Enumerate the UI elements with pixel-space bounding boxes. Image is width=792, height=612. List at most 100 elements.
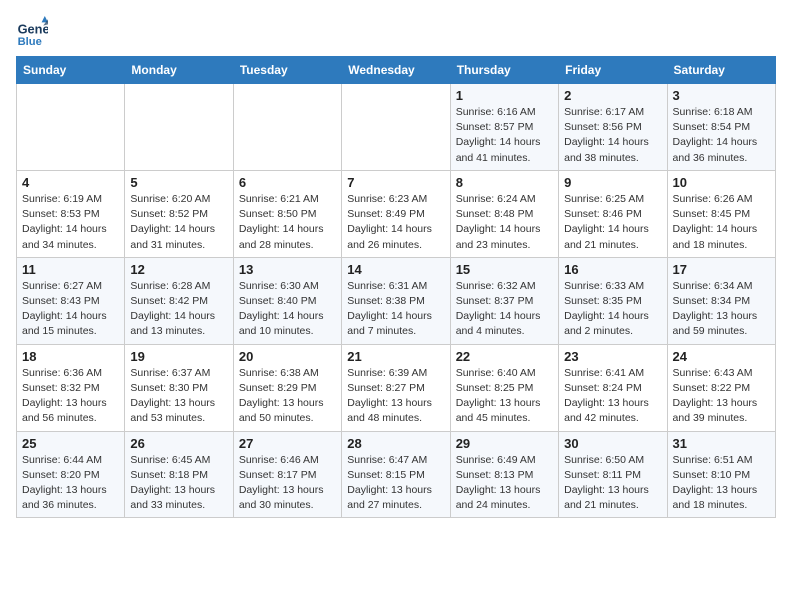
- day-info: Sunrise: 6:20 AM Sunset: 8:52 PM Dayligh…: [130, 192, 227, 253]
- calendar-cell: [233, 84, 341, 171]
- day-number: 7: [347, 175, 444, 190]
- logo-icon: General Blue: [16, 16, 48, 48]
- day-info: Sunrise: 6:19 AM Sunset: 8:53 PM Dayligh…: [22, 192, 119, 253]
- calendar-cell: 19 Sunrise: 6:37 AM Sunset: 8:30 PM Dayli…: [125, 344, 233, 431]
- day-info: Sunrise: 6:39 AM Sunset: 8:27 PM Dayligh…: [347, 366, 444, 427]
- calendar-week-3: 11 Sunrise: 6:27 AM Sunset: 8:43 PM Dayli…: [17, 257, 776, 344]
- calendar-cell: [125, 84, 233, 171]
- day-number: 3: [673, 88, 770, 103]
- calendar-cell: 28Sunrise: 6:47 AM Sunset: 8:15 PM Dayli…: [342, 431, 450, 518]
- calendar-cell: 4 Sunrise: 6:19 AM Sunset: 8:53 PM Daylig…: [17, 170, 125, 257]
- col-header-tuesday: Tuesday: [233, 57, 341, 84]
- svg-text:General: General: [18, 22, 48, 37]
- day-info: Sunrise: 6:24 AM Sunset: 8:48 PM Dayligh…: [456, 192, 553, 253]
- day-number: 19: [130, 349, 227, 364]
- col-header-thursday: Thursday: [450, 57, 558, 84]
- calendar-cell: 12 Sunrise: 6:28 AM Sunset: 8:42 PM Dayli…: [125, 257, 233, 344]
- day-info: Sunrise: 6:23 AM Sunset: 8:49 PM Dayligh…: [347, 192, 444, 253]
- day-number: 28: [347, 436, 444, 451]
- calendar-cell: 25 Sunrise: 6:44 AM Sunset: 8:20 PM Dayli…: [17, 431, 125, 518]
- day-info: Sunrise: 6:38 AM Sunset: 8:29 PM Dayligh…: [239, 366, 336, 427]
- day-number: 21: [347, 349, 444, 364]
- calendar-cell: 29Sunrise: 6:49 AM Sunset: 8:13 PM Dayli…: [450, 431, 558, 518]
- day-number: 29: [456, 436, 553, 451]
- calendar-cell: 2 Sunrise: 6:17 AM Sunset: 8:56 PM Daylig…: [559, 84, 667, 171]
- day-number: 31: [673, 436, 770, 451]
- day-info: Sunrise: 6:27 AM Sunset: 8:43 PM Dayligh…: [22, 279, 119, 340]
- day-info: Sunrise: 6:37 AM Sunset: 8:30 PM Dayligh…: [130, 366, 227, 427]
- day-number: 14: [347, 262, 444, 277]
- day-info: Sunrise: 6:36 AM Sunset: 8:32 PM Dayligh…: [22, 366, 119, 427]
- calendar-cell: 10Sunrise: 6:26 AM Sunset: 8:45 PM Dayli…: [667, 170, 775, 257]
- calendar-cell: 27 Sunrise: 6:46 AM Sunset: 8:17 PM Dayli…: [233, 431, 341, 518]
- day-info: Sunrise: 6:26 AM Sunset: 8:45 PM Dayligh…: [673, 192, 770, 253]
- day-number: 27: [239, 436, 336, 451]
- day-number: 11: [22, 262, 119, 277]
- calendar-cell: 20 Sunrise: 6:38 AM Sunset: 8:29 PM Dayli…: [233, 344, 341, 431]
- calendar-week-5: 25 Sunrise: 6:44 AM Sunset: 8:20 PM Dayli…: [17, 431, 776, 518]
- page-header: General Blue: [16, 16, 776, 48]
- day-number: 22: [456, 349, 553, 364]
- day-info: Sunrise: 6:34 AM Sunset: 8:34 PM Dayligh…: [673, 279, 770, 340]
- day-number: 1: [456, 88, 553, 103]
- calendar-cell: 3Sunrise: 6:18 AM Sunset: 8:54 PM Daylig…: [667, 84, 775, 171]
- calendar-table: SundayMondayTuesdayWednesdayThursdayFrid…: [16, 56, 776, 518]
- calendar-cell: 11 Sunrise: 6:27 AM Sunset: 8:43 PM Dayli…: [17, 257, 125, 344]
- day-number: 24: [673, 349, 770, 364]
- day-number: 18: [22, 349, 119, 364]
- day-number: 30: [564, 436, 661, 451]
- day-info: Sunrise: 6:44 AM Sunset: 8:20 PM Dayligh…: [22, 453, 119, 514]
- day-number: 5: [130, 175, 227, 190]
- day-number: 16: [564, 262, 661, 277]
- calendar-cell: 1 Sunrise: 6:16 AM Sunset: 8:57 PM Daylig…: [450, 84, 558, 171]
- calendar-cell: [342, 84, 450, 171]
- calendar-cell: 5 Sunrise: 6:20 AM Sunset: 8:52 PM Daylig…: [125, 170, 233, 257]
- day-number: 25: [22, 436, 119, 451]
- day-number: 26: [130, 436, 227, 451]
- day-info: Sunrise: 6:17 AM Sunset: 8:56 PM Dayligh…: [564, 105, 661, 166]
- col-header-monday: Monday: [125, 57, 233, 84]
- day-info: Sunrise: 6:50 AM Sunset: 8:11 PM Dayligh…: [564, 453, 661, 514]
- calendar-cell: 15 Sunrise: 6:32 AM Sunset: 8:37 PM Dayli…: [450, 257, 558, 344]
- day-number: 9: [564, 175, 661, 190]
- day-number: 8: [456, 175, 553, 190]
- calendar-cell: 24 Sunrise: 6:43 AM Sunset: 8:22 PM Dayli…: [667, 344, 775, 431]
- calendar-week-2: 4 Sunrise: 6:19 AM Sunset: 8:53 PM Daylig…: [17, 170, 776, 257]
- svg-text:Blue: Blue: [18, 36, 42, 48]
- calendar-cell: 21 Sunrise: 6:39 AM Sunset: 8:27 PM Dayli…: [342, 344, 450, 431]
- day-number: 20: [239, 349, 336, 364]
- day-info: Sunrise: 6:28 AM Sunset: 8:42 PM Dayligh…: [130, 279, 227, 340]
- day-info: Sunrise: 6:41 AM Sunset: 8:24 PM Dayligh…: [564, 366, 661, 427]
- day-info: Sunrise: 6:32 AM Sunset: 8:37 PM Dayligh…: [456, 279, 553, 340]
- day-info: Sunrise: 6:45 AM Sunset: 8:18 PM Dayligh…: [130, 453, 227, 514]
- calendar-cell: 9 Sunrise: 6:25 AM Sunset: 8:46 PM Daylig…: [559, 170, 667, 257]
- day-info: Sunrise: 6:43 AM Sunset: 8:22 PM Dayligh…: [673, 366, 770, 427]
- day-info: Sunrise: 6:51 AM Sunset: 8:10 PM Dayligh…: [673, 453, 770, 514]
- day-number: 4: [22, 175, 119, 190]
- calendar-week-1: 1 Sunrise: 6:16 AM Sunset: 8:57 PM Daylig…: [17, 84, 776, 171]
- day-info: Sunrise: 6:16 AM Sunset: 8:57 PM Dayligh…: [456, 105, 553, 166]
- day-number: 15: [456, 262, 553, 277]
- day-info: Sunrise: 6:30 AM Sunset: 8:40 PM Dayligh…: [239, 279, 336, 340]
- col-header-saturday: Saturday: [667, 57, 775, 84]
- calendar-cell: 13 Sunrise: 6:30 AM Sunset: 8:40 PM Dayli…: [233, 257, 341, 344]
- calendar-cell: 14Sunrise: 6:31 AM Sunset: 8:38 PM Dayli…: [342, 257, 450, 344]
- day-number: 6: [239, 175, 336, 190]
- calendar-cell: 6Sunrise: 6:21 AM Sunset: 8:50 PM Daylig…: [233, 170, 341, 257]
- calendar-cell: 26 Sunrise: 6:45 AM Sunset: 8:18 PM Dayli…: [125, 431, 233, 518]
- day-number: 13: [239, 262, 336, 277]
- calendar-cell: 31 Sunrise: 6:51 AM Sunset: 8:10 PM Dayli…: [667, 431, 775, 518]
- col-header-wednesday: Wednesday: [342, 57, 450, 84]
- day-number: 12: [130, 262, 227, 277]
- calendar-cell: 8 Sunrise: 6:24 AM Sunset: 8:48 PM Daylig…: [450, 170, 558, 257]
- calendar-cell: 18 Sunrise: 6:36 AM Sunset: 8:32 PM Dayli…: [17, 344, 125, 431]
- day-info: Sunrise: 6:46 AM Sunset: 8:17 PM Dayligh…: [239, 453, 336, 514]
- day-number: 2: [564, 88, 661, 103]
- day-info: Sunrise: 6:25 AM Sunset: 8:46 PM Dayligh…: [564, 192, 661, 253]
- calendar-cell: 7 Sunrise: 6:23 AM Sunset: 8:49 PM Daylig…: [342, 170, 450, 257]
- day-info: Sunrise: 6:40 AM Sunset: 8:25 PM Dayligh…: [456, 366, 553, 427]
- day-info: Sunrise: 6:33 AM Sunset: 8:35 PM Dayligh…: [564, 279, 661, 340]
- calendar-cell: [17, 84, 125, 171]
- calendar-cell: 23Sunrise: 6:41 AM Sunset: 8:24 PM Dayli…: [559, 344, 667, 431]
- col-header-friday: Friday: [559, 57, 667, 84]
